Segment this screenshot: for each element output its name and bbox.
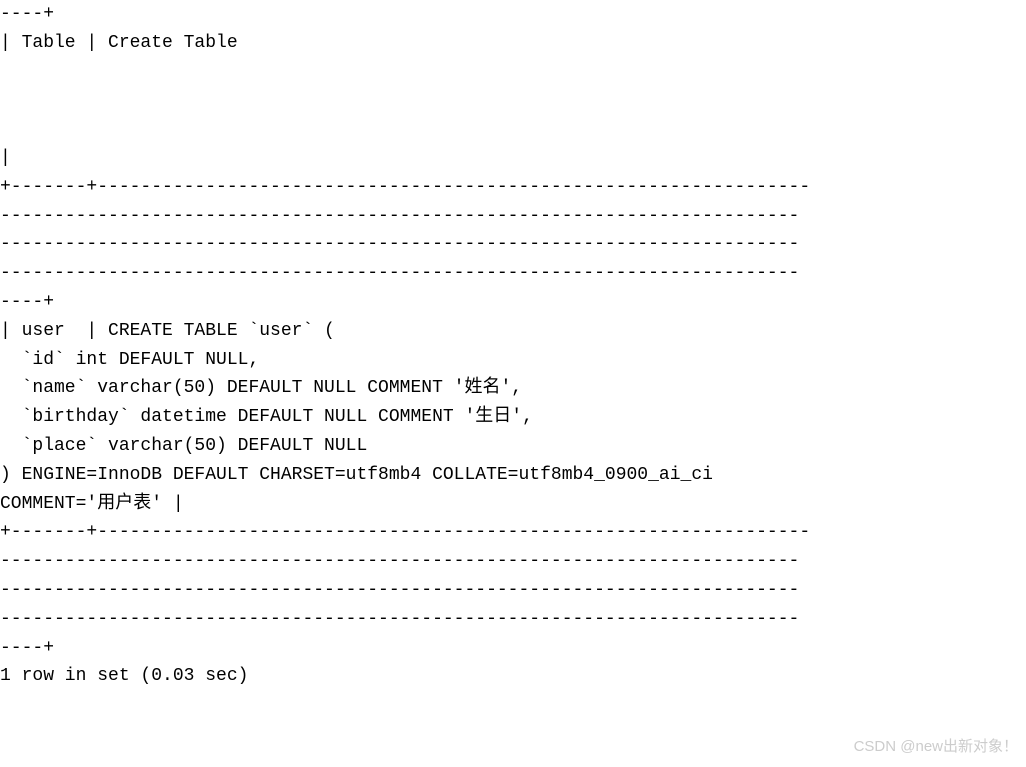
terminal-line: `name` varchar(50) DEFAULT NULL COMMENT … bbox=[0, 374, 1026, 403]
terminal-line: `birthday` datetime DEFAULT NULL COMMENT… bbox=[0, 403, 1026, 432]
terminal-output: ----+| Table | Create Table bbox=[0, 0, 1026, 691]
terminal-line: +-------+-------------------------------… bbox=[0, 173, 1026, 202]
terminal-line: `id` int DEFAULT NULL, bbox=[0, 346, 1026, 375]
terminal-line: ----------------------------------------… bbox=[0, 202, 1026, 231]
terminal-line: COMMENT='用户表' | bbox=[0, 490, 1026, 519]
terminal-line bbox=[0, 58, 1026, 87]
terminal-line: +-------+-------------------------------… bbox=[0, 518, 1026, 547]
terminal-line: 1 row in set (0.03 sec) bbox=[0, 662, 1026, 691]
terminal-line: | bbox=[0, 144, 1026, 173]
terminal-line: ----------------------------------------… bbox=[0, 605, 1026, 634]
terminal-line: ----------------------------------------… bbox=[0, 259, 1026, 288]
watermark-text: CSDN @new出新对象！ bbox=[854, 735, 1018, 759]
terminal-line bbox=[0, 115, 1026, 144]
terminal-line: ----------------------------------------… bbox=[0, 230, 1026, 259]
terminal-line: ----------------------------------------… bbox=[0, 547, 1026, 576]
terminal-line bbox=[0, 86, 1026, 115]
terminal-line: ) ENGINE=InnoDB DEFAULT CHARSET=utf8mb4 … bbox=[0, 461, 1026, 490]
terminal-line: `place` varchar(50) DEFAULT NULL bbox=[0, 432, 1026, 461]
terminal-line: | Table | Create Table bbox=[0, 29, 1026, 58]
terminal-line: | user | CREATE TABLE `user` ( bbox=[0, 317, 1026, 346]
terminal-line: ----+ bbox=[0, 0, 1026, 29]
terminal-line: ----+ bbox=[0, 288, 1026, 317]
terminal-line: ----+ bbox=[0, 634, 1026, 663]
terminal-line: ----------------------------------------… bbox=[0, 576, 1026, 605]
